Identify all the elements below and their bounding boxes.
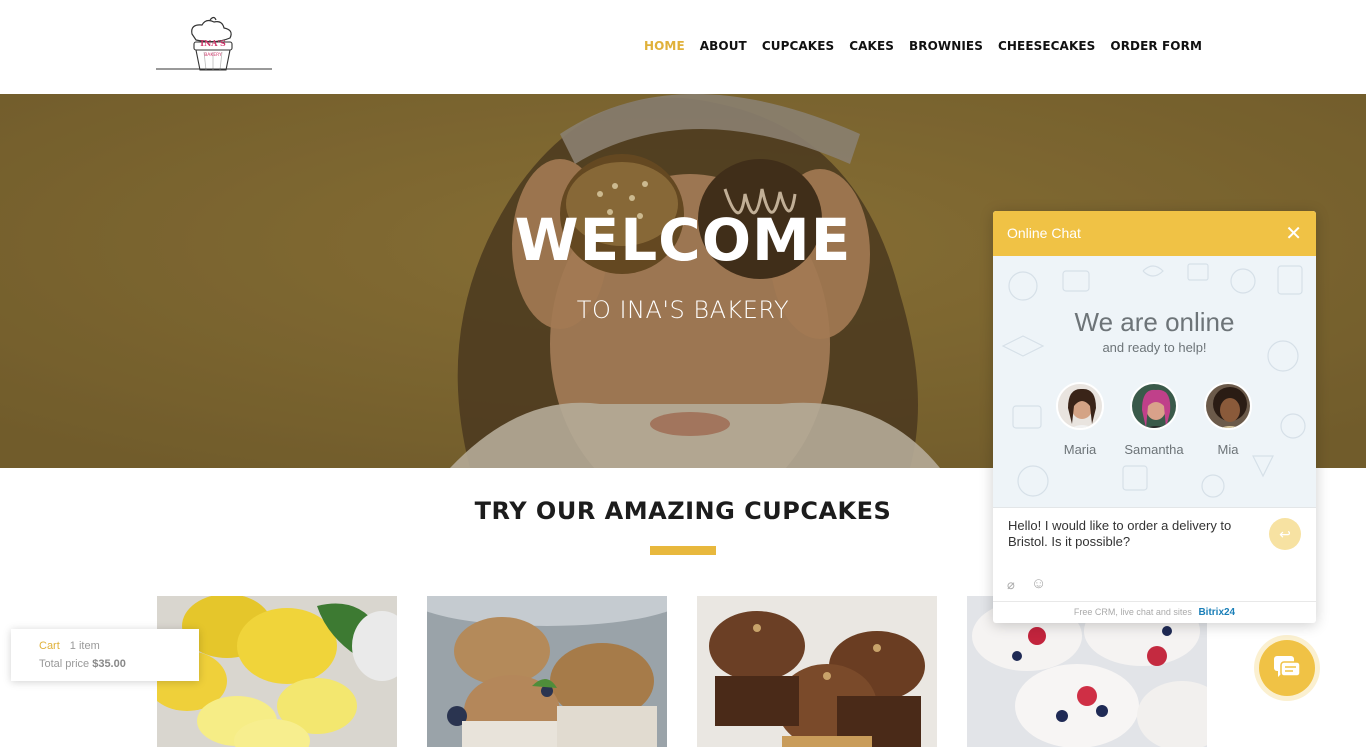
cart-item-count: 1 item [69,640,100,652]
section-divider [650,546,716,555]
chat-footer[interactable]: Free CRM, live chat and sites Bitrix24 [993,601,1316,623]
close-icon[interactable]: ✕ [1285,221,1302,246]
chat-icon [1274,656,1300,677]
avatar [1130,382,1178,430]
emoji-icon[interactable]: ☺ [1031,575,1046,592]
online-title: We are online [1074,307,1235,337]
chat-header: Online Chat ✕ [993,211,1316,256]
nav-brownies[interactable]: BROWNIES [909,39,983,53]
chat-welcome-panel: We are online and ready to help! Maria S… [993,256,1316,507]
online-chat-widget: Online Chat ✕ We are online and ready to… [993,211,1316,623]
cart-total-value: $35.00 [92,658,126,670]
svg-text:INA'S: INA'S [200,38,226,48]
attach-icon[interactable]: ⌀ [1007,577,1015,593]
product-card-muffins[interactable] [427,596,667,747]
cart-summary: Cart 1 item [39,640,199,652]
cart-total: Total price $35.00 [39,658,199,670]
send-icon: ↩ [1279,526,1291,542]
online-subtitle: and ready to help! [1102,340,1207,355]
product-card-chocolate[interactable] [697,596,937,747]
chat-message-input[interactable]: Hello! I would like to order a delivery … [1008,518,1258,550]
cart-label[interactable]: Cart [39,640,60,652]
nav-home[interactable]: HOME [644,39,685,53]
open-chat-button[interactable] [1259,640,1315,696]
chocolate-cupcakes-image [697,596,937,747]
agent-name: Maria [1063,442,1097,457]
nav-about[interactable]: ABOUT [700,39,747,53]
chat-footer-text: Free CRM, live chat and sites [1073,607,1192,617]
nav-cupcakes[interactable]: CUPCAKES [762,39,834,53]
svg-text:BAKERY: BAKERY [204,52,222,58]
bitrix-brand-number: 24 [1224,607,1236,618]
avatar [1204,382,1252,430]
chat-title: Online Chat [1007,225,1081,241]
cart-widget[interactable]: Cart 1 item Total price $35.00 [11,629,199,681]
bitrix-logo[interactable]: Bitrix24 [1198,607,1235,618]
site-header: INA'S BAKERY HOME ABOUT CUPCAKES CAKES B… [0,0,1366,94]
agent-name: Mia [1217,442,1239,457]
agent-maria: Maria [1040,382,1120,457]
chat-message-area[interactable]: Hello! I would like to order a delivery … [993,507,1316,601]
send-button[interactable]: ↩ [1269,518,1301,550]
main-nav: HOME ABOUT CUPCAKES CAKES BROWNIES CHEES… [644,39,1202,53]
bitrix-brand-text: Bitrix [1198,607,1224,618]
agent-mia: Mia [1188,382,1268,457]
bakery-logo[interactable]: INA'S BAKERY [156,16,272,74]
nav-cakes[interactable]: CAKES [849,39,894,53]
nav-cheesecakes[interactable]: CHEESECAKES [998,39,1095,53]
avatar [1056,382,1104,430]
agent-samantha: Samantha [1114,382,1194,457]
oat-muffins-image [427,596,667,747]
cart-total-label: Total price [39,658,90,670]
agent-name: Samantha [1124,442,1184,457]
nav-order-form[interactable]: ORDER FORM [1110,39,1202,53]
